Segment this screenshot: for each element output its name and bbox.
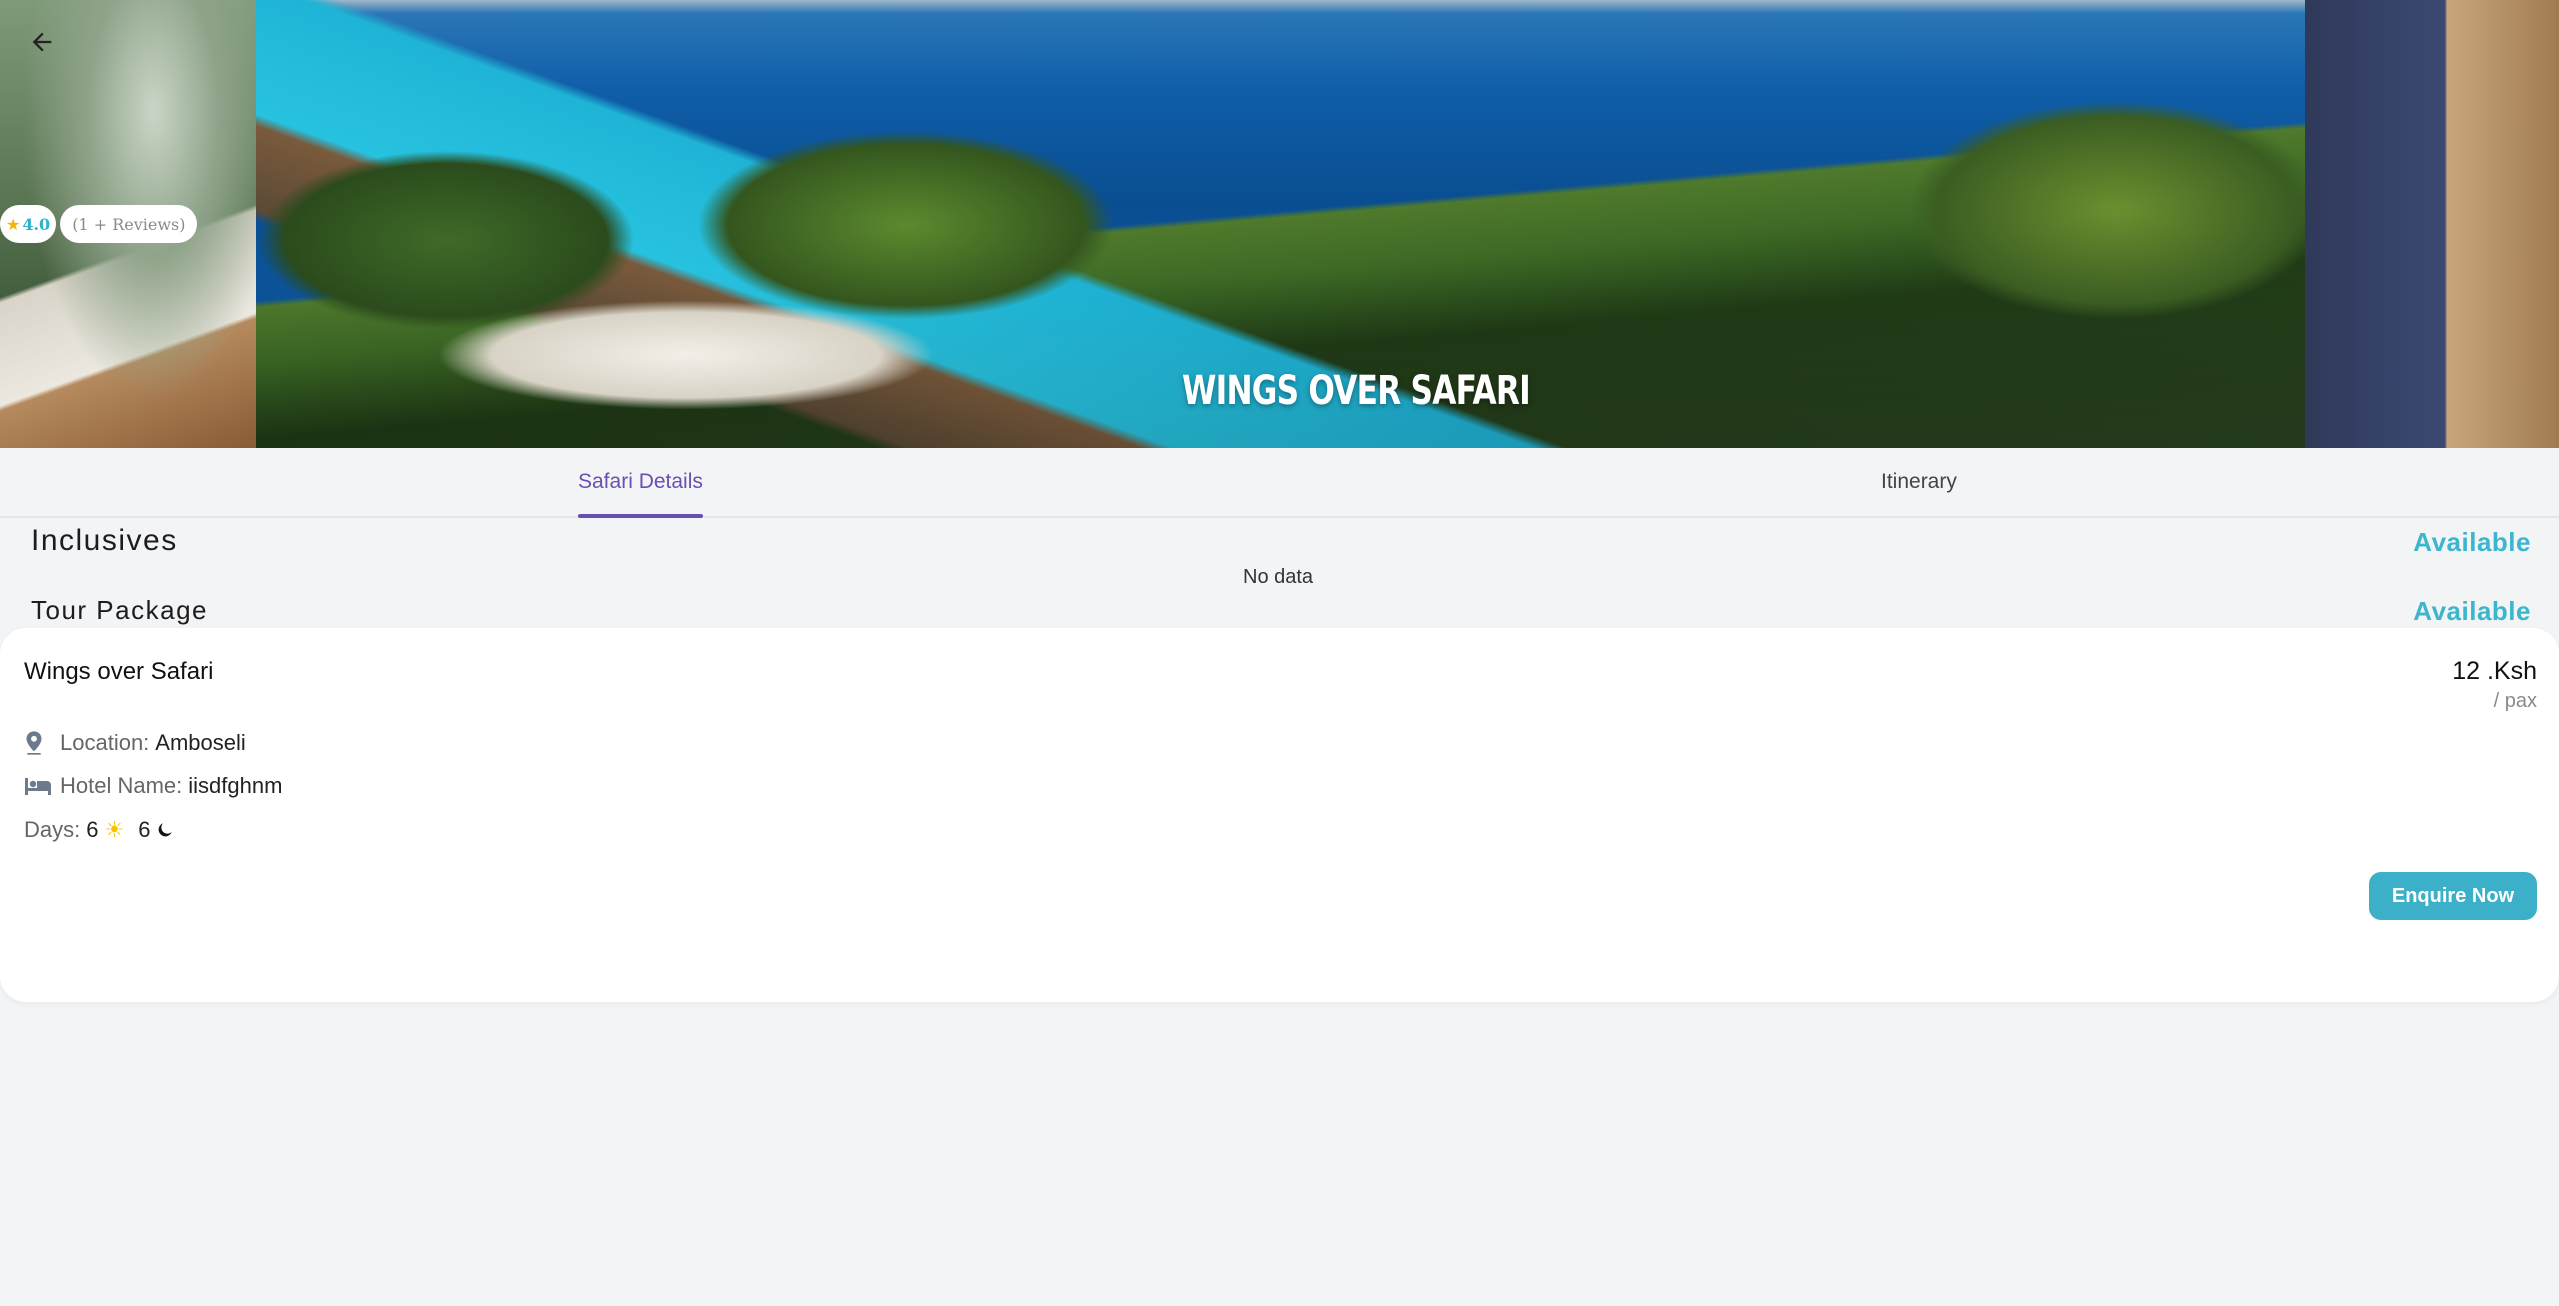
tour-package-title: Tour Package: [31, 595, 208, 625]
hero-title: WINGS OVER SAFARI: [1182, 368, 1531, 414]
inclusives-title: Inclusives: [31, 524, 178, 557]
tour-package-status: Available: [2413, 596, 2531, 626]
package-price: 12 .Ksh: [2452, 657, 2537, 685]
rating-reviews-pill[interactable]: (1 + Reviews): [60, 205, 198, 243]
location-row: Location: Amboseli: [24, 730, 246, 756]
inclusives-status: Available: [2413, 527, 2531, 557]
inclusives-empty-text: No data: [1243, 566, 1314, 588]
tab-itinerary[interactable]: Itinerary: [1881, 448, 1957, 516]
rating-reviews: (1 + Reviews): [72, 214, 186, 234]
nights-value: 6: [138, 817, 151, 842]
hotel-row: Hotel Name: iisdfghnm: [24, 773, 282, 799]
carousel-slide-next[interactable]: [2305, 0, 2559, 448]
location-value: Amboseli: [155, 730, 246, 755]
package-card: Wings over Safari 12 .Ksh / pax Location…: [0, 628, 2559, 1002]
sun-icon: ☀: [104, 817, 125, 842]
enquire-now-button[interactable]: Enquire Now: [2369, 872, 2537, 920]
palm-decoration: [1906, 100, 2326, 320]
tab-safari-details[interactable]: Safari Details: [578, 448, 703, 518]
star-icon: ★: [6, 214, 21, 234]
package-name: Wings over Safari: [24, 658, 214, 685]
umbrella-decoration: [436, 300, 936, 410]
palm-decoration: [256, 150, 636, 330]
palm-decoration: [696, 130, 1116, 320]
hero-carousel[interactable]: ★ 4.0 (1 + Reviews) WINGS OVER SAFARI: [0, 0, 2559, 448]
rating-badge: ★ 4.0 (1 + Reviews): [0, 205, 198, 243]
rating-score: 4.0: [22, 214, 51, 234]
location-label: Location:: [60, 730, 150, 755]
days-row: Days: 6 ☀ 6: [24, 817, 174, 843]
hotel-label: Hotel Name:: [60, 773, 183, 798]
back-button[interactable]: [22, 22, 62, 62]
rating-score-pill: ★ 4.0: [0, 205, 57, 243]
package-price-unit: / pax: [2493, 690, 2537, 712]
location-pin-icon: [24, 730, 54, 756]
moon-icon: [156, 821, 174, 839]
arrow-left-icon: [32, 32, 52, 52]
bed-icon: [24, 773, 54, 799]
tab-bar: Safari Details Itinerary: [0, 448, 2559, 518]
days-value: 6: [86, 817, 99, 842]
hotel-value: iisdfghnm: [188, 773, 283, 798]
days-label: Days:: [24, 817, 81, 842]
